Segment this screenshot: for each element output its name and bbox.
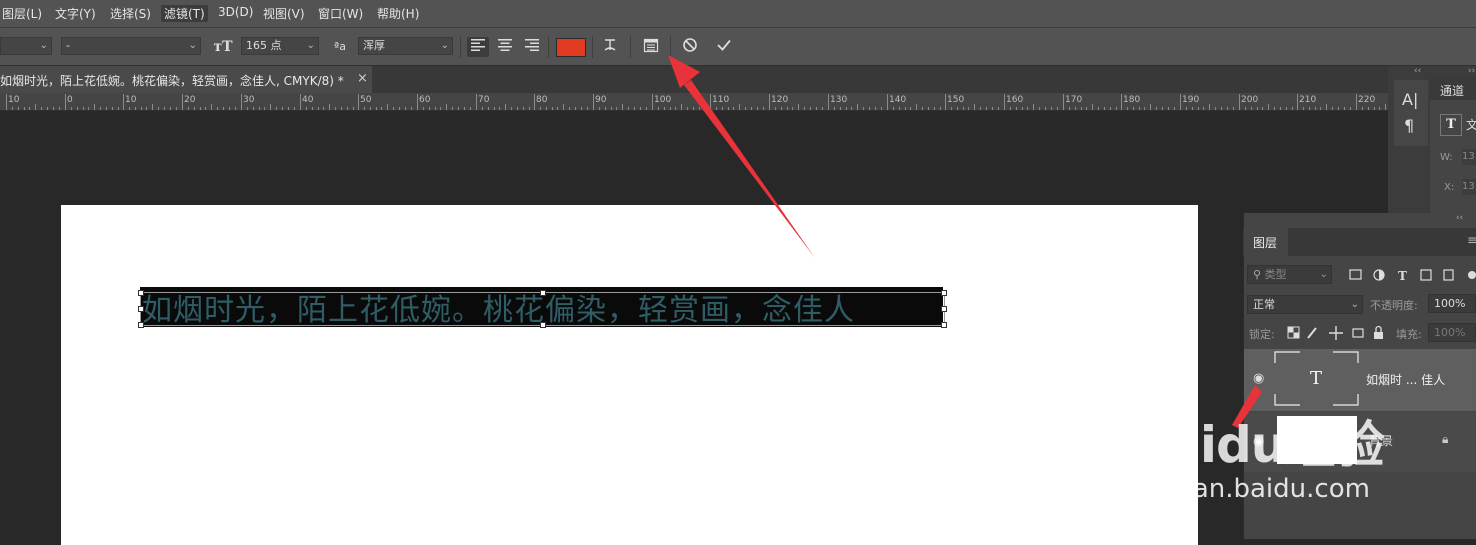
watermark-url: jingyan.baidu.com [1130, 474, 1370, 504]
watermark-logo: Baidu经验 [1130, 416, 1384, 474]
red-arrow-annotation [668, 55, 1262, 428]
